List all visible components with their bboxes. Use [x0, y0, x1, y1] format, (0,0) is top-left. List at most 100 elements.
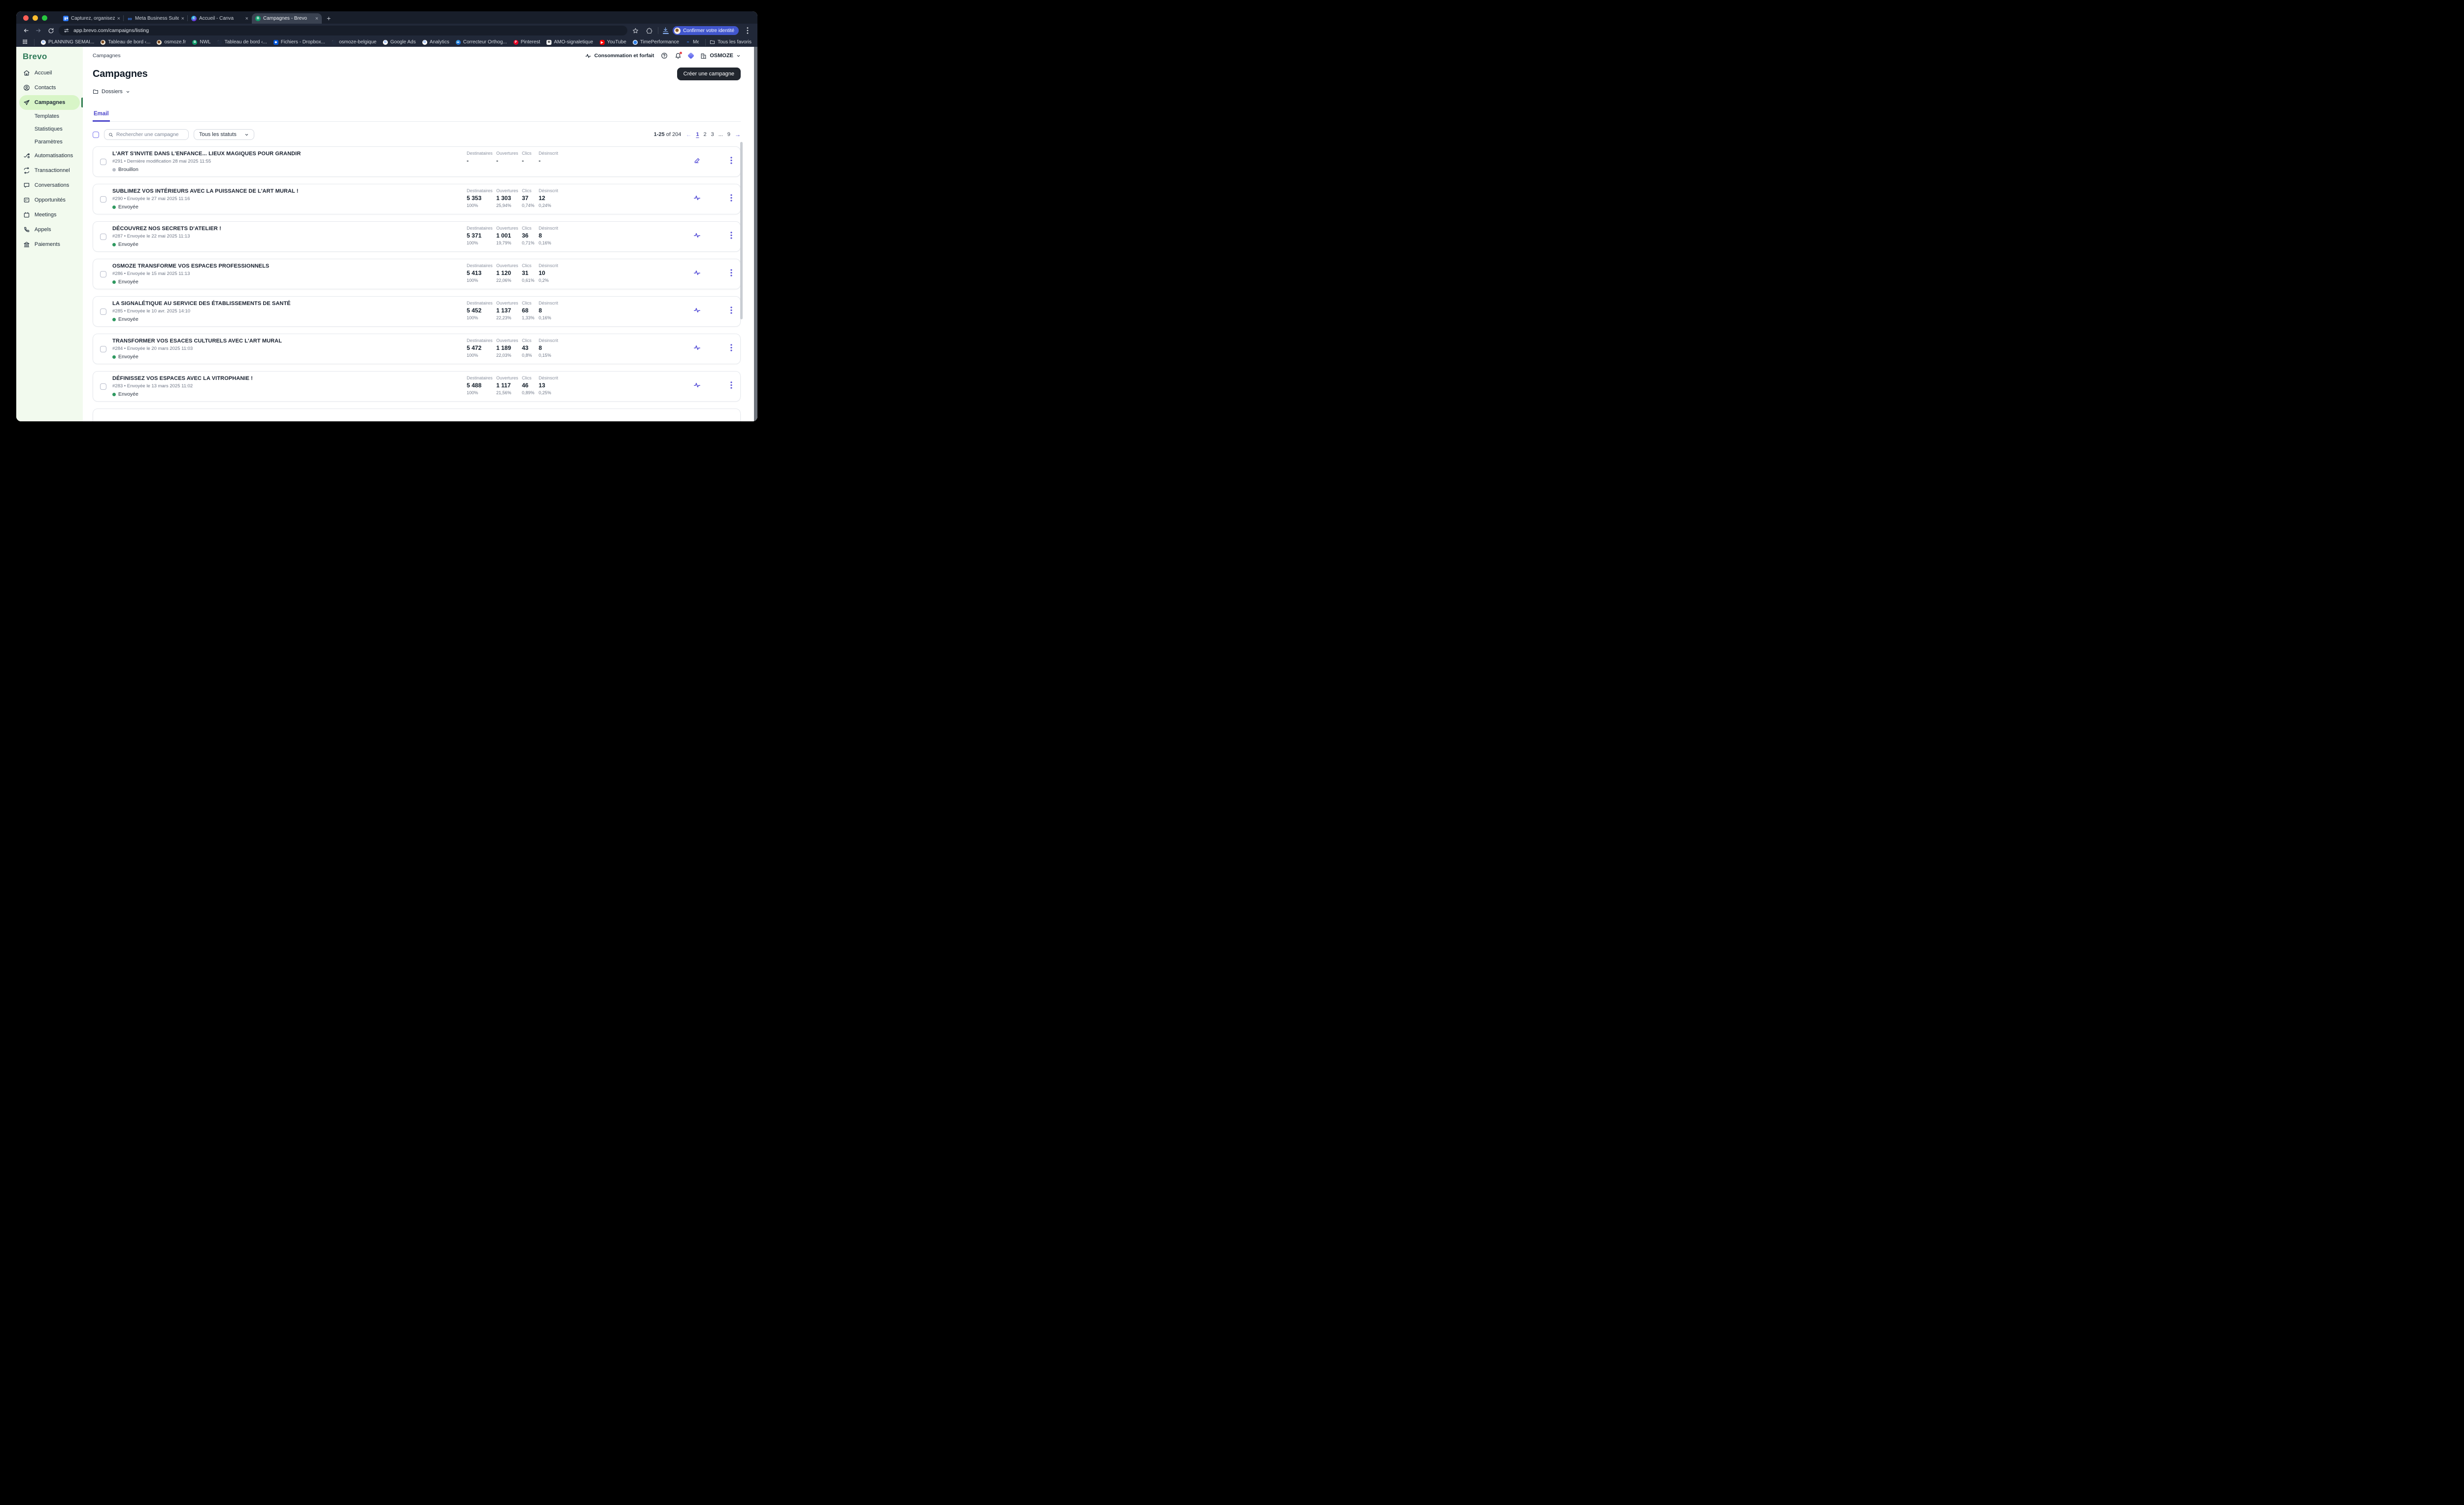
campaign-title[interactable]: TRANSFORMER VOS ESACES CULTURELS AVEC L'… — [112, 338, 282, 344]
help-icon[interactable] — [661, 52, 668, 59]
campaign-title[interactable]: SUBLIMEZ VOS INTÉRIEURS AVEC LA PUISSANC… — [112, 188, 299, 194]
bookmark-item[interactable]: ▶ YouTube — [600, 39, 626, 45]
sidebar-item-conversations[interactable]: Conversations — [19, 178, 80, 193]
statistics-icon[interactable] — [693, 232, 701, 241]
bookmark-item[interactable]: M AMO-signaletique — [547, 39, 593, 45]
window-minimize-button[interactable] — [33, 15, 38, 21]
browser-tab[interactable]: ∞ Meta Business Suite × — [124, 13, 188, 24]
statistics-icon[interactable] — [693, 381, 701, 391]
sidebar-item-campagnes[interactable]: Campagnes — [19, 95, 80, 110]
downloads-icon[interactable] — [662, 27, 669, 34]
sidebar-item-contacts[interactable]: Contacts — [19, 80, 80, 95]
select-all-checkbox[interactable] — [93, 132, 99, 138]
bookmark-item[interactable]: Tableau de bord ‹... — [217, 39, 267, 45]
tab-email[interactable]: Email — [93, 111, 110, 122]
campaign-checkbox[interactable] — [100, 196, 106, 203]
kebab-menu-icon[interactable] — [730, 269, 732, 279]
statistics-icon[interactable] — [693, 194, 701, 204]
kebab-menu-icon[interactable] — [730, 307, 732, 316]
org-switcher[interactable]: OSMOZE — [700, 53, 741, 59]
kebab-menu-icon[interactable] — [730, 157, 732, 167]
bookmark-item[interactable]: B NWL — [192, 39, 210, 45]
apps-grid-icon[interactable] — [22, 39, 28, 46]
sidebar-item-meetings[interactable]: Meetings — [19, 207, 80, 222]
window-zoom-button[interactable] — [42, 15, 47, 21]
campaign-title[interactable]: DÉFINISSEZ VOS ESPACES AVEC LA VITROPHAN… — [112, 376, 253, 381]
campaign-title[interactable]: OSMOZE TRANSFORME VOS ESPACES PROFESSION… — [112, 263, 269, 269]
page-scrollbar[interactable] — [740, 142, 743, 319]
kebab-menu-icon[interactable] — [730, 381, 732, 391]
create-campaign-button[interactable]: Créer une campagne — [677, 68, 741, 80]
statistics-icon[interactable] — [693, 307, 701, 316]
pagination-page-2[interactable]: 2 — [703, 132, 706, 137]
campaign-checkbox[interactable] — [100, 271, 106, 277]
campaign-checkbox[interactable] — [100, 308, 106, 315]
bookmark-item[interactable]: osmoze.fr — [157, 39, 186, 45]
extensions-icon[interactable] — [644, 26, 654, 35]
notifications-icon[interactable] — [675, 52, 682, 59]
browser-menu-icon[interactable] — [743, 26, 753, 35]
reload-icon[interactable] — [46, 26, 56, 35]
campaign-checkbox[interactable] — [100, 346, 106, 352]
tab-close-icon[interactable]: × — [315, 16, 318, 22]
sidebar-item-statistiques[interactable]: Statistiques — [16, 123, 83, 136]
tab-close-icon[interactable]: × — [181, 16, 184, 22]
bookmark-item[interactable]: G Analytics — [422, 39, 449, 45]
sidebar-item-transactionnel[interactable]: Transactionnel — [19, 163, 80, 178]
pagination-page-3[interactable]: 3 — [711, 132, 714, 137]
tab-close-icon[interactable]: × — [245, 16, 248, 22]
campaign-title[interactable]: L'ART S'INVITE DANS L'ENFANCE... LIEUX M… — [112, 151, 301, 157]
bookmark-item[interactable]: ∞ Meta Business Suite — [685, 39, 699, 45]
confirm-identity-button[interactable]: Confirmer votre identité — [673, 26, 739, 35]
gem-icon[interactable] — [687, 52, 694, 59]
bookmark-item[interactable]: osmoze-belgique — [332, 39, 376, 45]
sidebar-item-accueil[interactable]: Accueil — [19, 66, 80, 80]
campaign-checkbox[interactable] — [100, 159, 106, 165]
pagination-page-1[interactable]: 1 — [696, 132, 699, 137]
tab-close-icon[interactable]: × — [117, 16, 120, 22]
campaign-title[interactable]: DÉCOUVREZ NOS SECRETS D'ATELIER ! — [112, 226, 221, 232]
window-scrollbar[interactable] — [754, 47, 757, 421]
browser-tab[interactable]: B Campagnes - Brevo × — [252, 13, 322, 24]
sidebar-item-parametres[interactable]: Paramètres — [16, 136, 83, 148]
bookmark-item[interactable]: P Pinterest — [513, 39, 540, 45]
kebab-menu-icon[interactable] — [730, 194, 732, 204]
sidebar-item-templates[interactable]: Templates — [16, 110, 83, 123]
bookmark-item[interactable]: G Google Ads — [383, 39, 416, 45]
sidebar-item-automatisations[interactable]: Automatisations — [19, 148, 80, 163]
site-settings-icon[interactable] — [64, 28, 69, 34]
pagination-prev-icon[interactable]: ← — [685, 131, 691, 138]
folders-dropdown[interactable]: Dossiers — [93, 89, 741, 95]
sidebar-item-appels[interactable]: Appels — [19, 222, 80, 237]
bookmark-item[interactable]: ❖ Fichiers - Dropbox... — [274, 39, 325, 45]
forward-icon[interactable] — [34, 26, 43, 35]
statistics-icon[interactable] — [693, 269, 701, 279]
bookmark-item[interactable]: TimePerformance — [633, 39, 679, 45]
edit-icon[interactable] — [694, 157, 701, 167]
bookmark-item[interactable]: ✒ Correcteur Orthog... — [456, 39, 507, 45]
pagination-page-9[interactable]: 9 — [727, 132, 730, 137]
browser-tab[interactable]: C Accueil - Canva × — [188, 13, 252, 24]
bookmark-item[interactable]: Tableau de bord ‹... — [101, 39, 150, 45]
back-icon[interactable] — [21, 26, 31, 35]
address-bar[interactable]: app.brevo.com/campaigns/listing — [59, 26, 627, 35]
campaign-checkbox[interactable] — [100, 234, 106, 240]
search-input[interactable] — [116, 132, 184, 137]
bookmark-item[interactable]: G PLANNING SEMAI... — [41, 39, 94, 45]
campaign-checkbox[interactable] — [100, 383, 106, 390]
campaign-title[interactable]: LA SIGNALÉTIQUE AU SERVICE DES ÉTABLISSE… — [112, 301, 291, 307]
kebab-menu-icon[interactable] — [730, 344, 732, 354]
all-bookmarks-button[interactable]: Tous les favoris — [710, 39, 752, 45]
stat-percent: 22,06% — [496, 278, 522, 283]
window-close-button[interactable] — [23, 15, 29, 21]
status-filter[interactable]: Tous les statuts — [194, 129, 254, 140]
consumption-link[interactable]: Consommation et forfait — [585, 53, 654, 59]
sidebar-item-paiements[interactable]: Paiements — [19, 237, 80, 252]
browser-tab[interactable]: Capturez, organisez et traitez × — [60, 13, 124, 24]
bookmark-star-icon[interactable] — [630, 26, 640, 35]
statistics-icon[interactable] — [693, 344, 701, 354]
new-tab-button[interactable]: + — [327, 14, 331, 22]
pagination-next-icon[interactable]: → — [735, 131, 741, 138]
sidebar-item-opportunites[interactable]: Opportunités — [19, 193, 80, 207]
kebab-menu-icon[interactable] — [730, 232, 732, 241]
